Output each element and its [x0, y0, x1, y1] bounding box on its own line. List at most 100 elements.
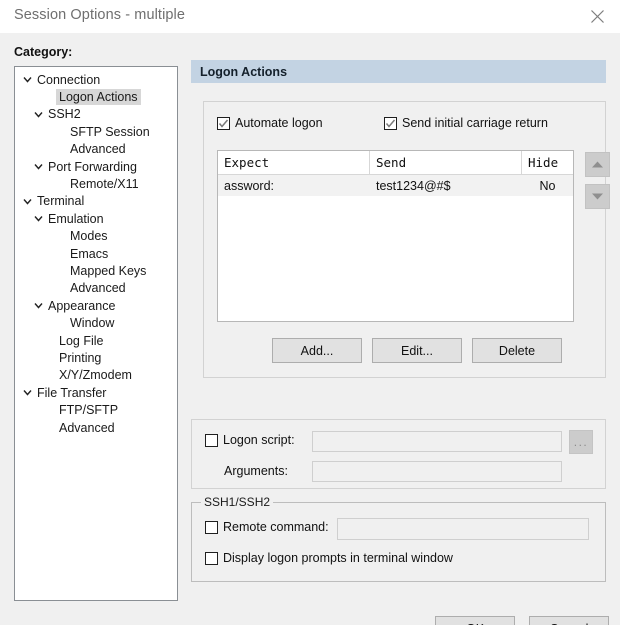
pane-header: Logon Actions	[191, 60, 606, 83]
delete-button[interactable]: Delete	[472, 338, 562, 363]
ssh-group: SSH1/SSH2 Remote command: Display logon …	[191, 495, 606, 582]
sidebar-item-log-file[interactable]: Log File	[15, 332, 177, 349]
ssh-group-legend: SSH1/SSH2	[201, 495, 274, 509]
automate-logon-checkbox[interactable]	[217, 116, 230, 130]
sidebar-item-x-y-zmodem[interactable]: X/Y/Zmodem	[15, 367, 177, 384]
arguments-label: Arguments:	[224, 464, 288, 478]
logon-script-browse-button[interactable]: ...	[569, 430, 593, 454]
ok-button[interactable]: OK	[435, 616, 515, 625]
table-cell-hide: No	[539, 178, 556, 193]
sidebar-item-label: Port Forwarding	[48, 159, 137, 174]
triangle-up-icon	[591, 156, 604, 174]
cancel-button[interactable]: Cancel	[529, 616, 609, 625]
sidebar-item-label: Printing	[59, 350, 102, 365]
table-header-row: Expect Send Hide	[218, 151, 573, 175]
sidebar-item-label: Terminal	[37, 194, 85, 209]
send-initial-cr-label: Send initial carriage return	[402, 116, 548, 130]
sidebar-item-label: Advanced	[59, 420, 115, 435]
sidebar-item-label: X/Y/Zmodem	[59, 368, 132, 383]
chevron-down-icon[interactable]	[21, 386, 34, 399]
chevron-down-icon[interactable]	[32, 212, 45, 225]
sidebar-item-remote-x11[interactable]: Remote/X11	[15, 175, 177, 192]
remote-command-input[interactable]	[337, 518, 589, 540]
sidebar-item-appearance[interactable]: Appearance	[15, 297, 177, 314]
chevron-down-icon[interactable]	[21, 73, 34, 86]
sidebar-item-printing[interactable]: Printing	[15, 349, 177, 366]
category-tree-list: Connection Logon Actions SSH2 SFTP Session A…	[15, 67, 177, 436]
sidebar-item-label: Advanced	[70, 281, 126, 296]
logon-actions-table[interactable]: Expect Send Hide assword: test1234@#$ No	[217, 150, 574, 322]
sidebar-item-window[interactable]: Window	[15, 314, 177, 331]
sidebar-item-label: Emulation	[48, 211, 104, 226]
sidebar-item-emacs[interactable]: Emacs	[15, 245, 177, 262]
remote-command-checkbox[interactable]	[205, 520, 218, 534]
table-cell-send: test1234@#$	[376, 178, 451, 193]
column-header-send[interactable]: Send	[370, 151, 522, 174]
sidebar-item-sftp-session[interactable]: SFTP Session	[15, 123, 177, 140]
title-bar: Session Options - multiple	[0, 0, 620, 33]
send-initial-cr-checkbox[interactable]	[384, 116, 397, 130]
sidebar-item-label: FTP/SFTP	[59, 403, 119, 418]
logon-script-input[interactable]	[312, 431, 562, 452]
logon-actions-pane: Logon Actions Automate logon Send initia…	[191, 60, 610, 601]
remote-command-label: Remote command:	[223, 520, 329, 534]
sidebar-item-ftp-sftp[interactable]: FTP/SFTP	[15, 401, 177, 418]
table-body: assword: test1234@#$ No	[218, 175, 573, 196]
logon-script-checkbox[interactable]	[205, 433, 218, 447]
chevron-down-icon[interactable]	[21, 195, 34, 208]
chevron-down-icon[interactable]	[32, 108, 45, 121]
chevron-down-icon[interactable]	[32, 160, 45, 173]
logon-script-label: Logon script:	[223, 433, 295, 447]
display-logon-prompts-label: Display logon prompts in terminal window	[223, 551, 453, 565]
window-title: Session Options - multiple	[14, 7, 186, 23]
automate-logon-checkbox-row[interactable]: Automate logon	[217, 116, 323, 130]
sidebar-item-label: Appearance	[48, 298, 116, 313]
sidebar-item-connection[interactable]: Connection	[15, 71, 177, 88]
checkmark-icon	[218, 119, 229, 128]
column-header-expect[interactable]: Expect	[218, 151, 370, 174]
sidebar-item-file-transfer[interactable]: File Transfer	[15, 384, 177, 401]
sidebar-item-label: File Transfer	[37, 385, 107, 400]
sidebar-item-label: SSH2	[48, 107, 81, 122]
category-label: Category:	[14, 45, 73, 59]
logon-script-checkbox-row[interactable]: Logon script:	[205, 433, 295, 447]
automate-logon-label: Automate logon	[235, 116, 323, 130]
sidebar-item-advanced[interactable]: Advanced	[15, 419, 177, 436]
remote-command-checkbox-row[interactable]: Remote command:	[205, 520, 329, 534]
sidebar-item-label: Remote/X11	[70, 177, 139, 192]
move-down-button[interactable]	[585, 184, 610, 209]
add-button[interactable]: Add...	[272, 338, 362, 363]
sidebar-item-label: Advanced	[70, 142, 126, 157]
triangle-down-icon	[591, 188, 604, 206]
sidebar-item-modes[interactable]: Modes	[15, 228, 177, 245]
display-logon-prompts-checkbox-row[interactable]: Display logon prompts in terminal window	[205, 551, 453, 565]
table-row[interactable]: assword: test1234@#$ No	[218, 175, 573, 196]
pane-title: Logon Actions	[200, 64, 288, 79]
sidebar-item-ssh2[interactable]: SSH2	[15, 106, 177, 123]
sidebar-item-advanced[interactable]: Advanced	[15, 141, 177, 158]
chevron-down-icon[interactable]	[32, 299, 45, 312]
send-initial-cr-checkbox-row[interactable]: Send initial carriage return	[384, 116, 548, 130]
arguments-input[interactable]	[312, 461, 562, 482]
category-tree[interactable]: Connection Logon Actions SSH2 SFTP Session A…	[14, 66, 178, 601]
sidebar-item-terminal[interactable]: Terminal	[15, 193, 177, 210]
sidebar-item-label: Logon Actions	[56, 89, 141, 106]
display-logon-prompts-checkbox[interactable]	[205, 551, 218, 565]
automate-logon-group: Automate logon Send initial carriage ret…	[203, 101, 610, 378]
sidebar-item-label: Log File	[59, 333, 104, 348]
close-button[interactable]	[574, 0, 620, 33]
checkmark-icon	[385, 119, 396, 128]
column-header-hide[interactable]: Hide	[522, 151, 573, 174]
sidebar-item-label: Modes	[70, 229, 108, 244]
sidebar-item-logon-actions[interactable]: Logon Actions	[15, 88, 177, 106]
table-cell-expect: assword:	[224, 178, 275, 193]
move-up-button[interactable]	[585, 152, 610, 177]
sidebar-item-advanced[interactable]: Advanced	[15, 280, 177, 297]
sidebar-item-label: Connection	[37, 72, 101, 87]
sidebar-item-label: SFTP Session	[70, 124, 150, 139]
sidebar-item-port-forwarding[interactable]: Port Forwarding	[15, 158, 177, 175]
sidebar-item-mapped-keys[interactable]: Mapped Keys	[15, 262, 177, 279]
sidebar-item-emulation[interactable]: Emulation	[15, 210, 177, 227]
edit-button[interactable]: Edit...	[372, 338, 462, 363]
logon-script-group: Logon script: ... Arguments:	[191, 419, 606, 489]
